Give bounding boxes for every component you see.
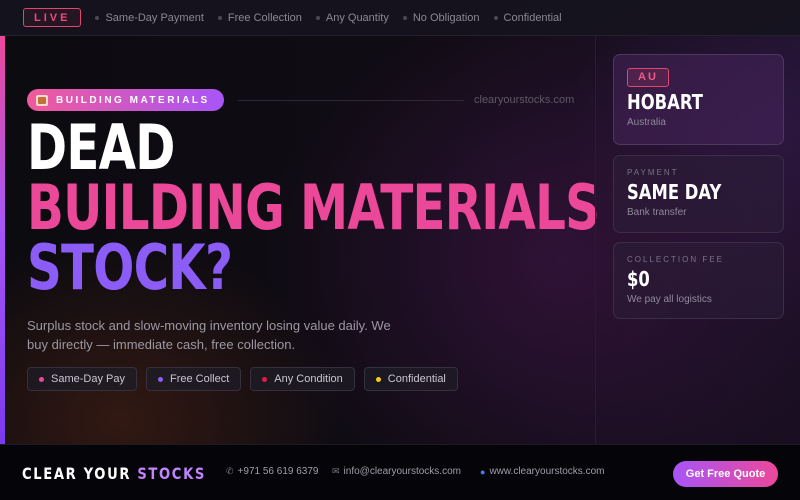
headline-line-1: DEAD [27, 111, 175, 184]
headline-line-2: BUILDING MATERIALS [27, 171, 600, 244]
brick-icon [36, 94, 48, 106]
hero-description: Surplus stock and slow-moving inventory … [27, 318, 391, 352]
website-link[interactable]: ● www.clearyourstocks.com [480, 466, 604, 477]
ticker-item: No Obligation [402, 12, 480, 24]
collection-fee-value: $0 [627, 267, 650, 291]
city-name: HOBART [627, 89, 703, 114]
bullet-icon [402, 15, 407, 20]
collection-fee-label: COLLECTION FEE [627, 255, 724, 264]
dot-icon [39, 376, 44, 382]
brand-logo[interactable]: CLEAR YOUR STOCKS [22, 464, 206, 483]
payment-value: SAME DAY [627, 180, 722, 204]
get-free-quote-button[interactable]: Get Free Quote [673, 461, 778, 487]
left-accent-bar [0, 36, 5, 444]
collection-fee-sub: We pay all logistics [627, 294, 712, 305]
country-badge: AU [627, 67, 669, 87]
feature-chips: Same-Day Pay Free Collect Any Condition … [27, 367, 458, 391]
hero-headline: DEAD BUILDING MATERIALS STOCK? [27, 111, 600, 304]
phone-icon: ✆ [226, 466, 234, 476]
feature-chip: Free Collect [145, 367, 242, 391]
location-card: AU HOBART Australia [613, 54, 784, 145]
dot-icon [157, 376, 163, 382]
ticker-item: Confidential [493, 12, 562, 24]
ticker-item: Same-Day Payment [95, 12, 204, 24]
country-name: Australia [627, 116, 666, 128]
bullet-icon [95, 15, 100, 20]
ticker-item: Any Quantity [315, 12, 389, 24]
bullet-icon [315, 15, 320, 20]
globe-icon: ● [480, 466, 486, 477]
page: LIVE Same-Day Payment Free Collection An… [0, 0, 800, 500]
feature-chip: Confidential [363, 367, 458, 391]
payment-sub: Bank transfer [627, 207, 687, 218]
mail-icon: ✉ [332, 466, 340, 476]
headline-line-3: STOCK? [27, 231, 233, 304]
collection-fee-card: COLLECTION FEE $0 We pay all logistics [613, 242, 784, 319]
top-ticker-bar: LIVE Same-Day Payment Free Collection An… [0, 0, 800, 36]
phone-link[interactable]: ✆ +971 56 619 6379 [226, 466, 318, 477]
ticker-item: Free Collection [217, 12, 302, 24]
live-badge: LIVE [23, 8, 82, 27]
info-panel: AU HOBART Australia PAYMENT SAME DAY Ban… [595, 36, 800, 444]
feature-chip: Any Condition [250, 367, 355, 391]
payment-card: PAYMENT SAME DAY Bank transfer [613, 155, 784, 233]
dot-icon [375, 376, 381, 382]
footer-bar: CLEAR YOUR STOCKS ✆ +971 56 619 6379 ✉ i… [0, 444, 800, 500]
category-tag-row: BUILDING MATERIALS [27, 89, 224, 111]
bullet-icon [217, 15, 222, 20]
category-badge: BUILDING MATERIALS [27, 89, 224, 111]
email-link[interactable]: ✉ info@clearyourstocks.com [332, 466, 461, 477]
category-label: BUILDING MATERIALS [56, 94, 210, 106]
payment-label: PAYMENT [627, 168, 679, 177]
bullet-icon [493, 15, 498, 20]
site-url: clearyourstocks.com [474, 94, 575, 106]
feature-chip: Same-Day Pay [27, 367, 137, 391]
divider [238, 100, 464, 101]
ticker-list: Same-Day Payment Free Collection Any Qua… [95, 12, 575, 24]
dot-icon [262, 376, 268, 382]
